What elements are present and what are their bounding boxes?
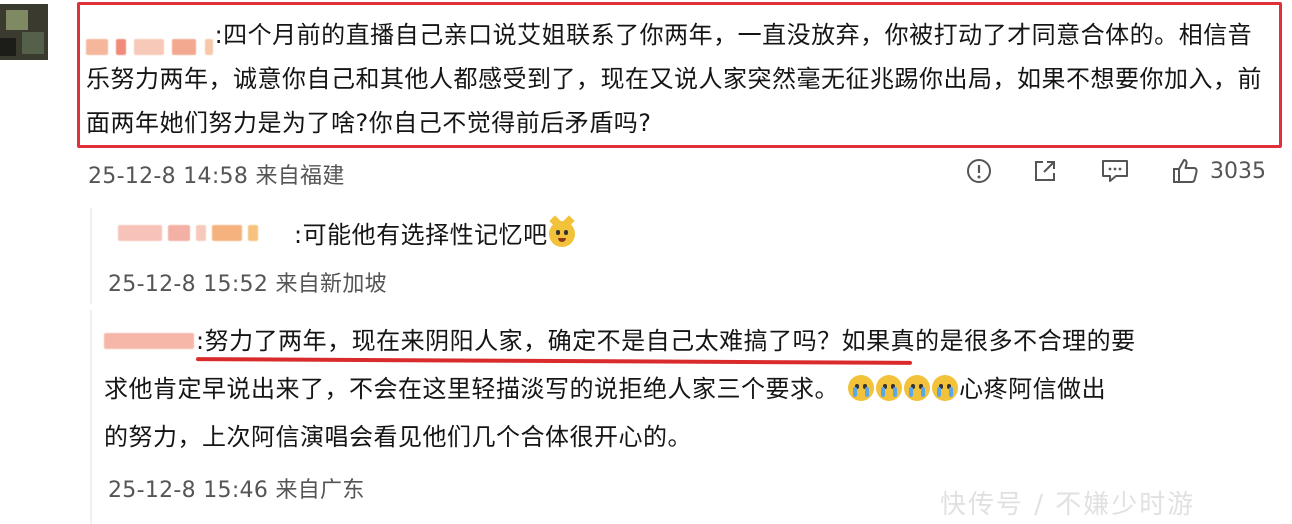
crying-face-emoji <box>904 375 931 401</box>
reply1-timestamp: 25-12-8 15:52 来自新加坡 <box>108 272 387 297</box>
avatar[interactable] <box>0 4 48 60</box>
reply2-line2: 求他肯定早说出来了，不会在这里轻描淡写的说拒绝人家三个要求。 心疼阿信做出 <box>104 366 1106 412</box>
reply1-username-blurred[interactable] <box>118 222 258 244</box>
reply2-line1-rest: 如果真的是很多不合理的要 <box>841 327 1136 355</box>
reply2-underlined-text: :努力了两年，现在来阴阳人家，确定不是自己太难搞了吗？ <box>196 327 842 355</box>
share-icon[interactable] <box>1028 154 1062 188</box>
reply2-line2-pre: 求他肯定早说出来了，不会在这里轻描淡写的说拒绝人家三个要求。 <box>104 375 839 403</box>
crying-face-emoji <box>876 375 903 401</box>
reply2-timestamp: 25-12-8 15:46 来自广东 <box>108 478 365 503</box>
cat-face-emoji <box>548 221 575 247</box>
reply1-text-row: :可能他有选择性记忆吧 <box>294 212 576 258</box>
like-icon[interactable] <box>1168 154 1202 188</box>
comment-timestamp: 25-12-8 14:58 来自福建 <box>88 164 345 189</box>
comment-text: :四个月前的直播自己亲口说艾姐联系了你两年，一直没放弃，你被打动了才同意合体的。… <box>86 21 1262 137</box>
crying-face-emoji <box>848 375 875 401</box>
reply1-text: :可能他有选择性记忆吧 <box>294 221 548 249</box>
reply2-username-blurred[interactable] <box>104 330 194 352</box>
comment-body: :四个月前的直播自己亲口说艾姐联系了你两年，一直没放弃，你被打动了才同意合体的。… <box>86 13 1273 145</box>
reply2-line3: 的努力，上次阿信演唱会看见他们几个合体很开心的。 <box>104 423 692 451</box>
info-icon[interactable] <box>962 154 996 188</box>
username-blurred[interactable] <box>86 25 213 55</box>
watermark: 快传号 / 不嫌少时游 <box>940 490 1196 520</box>
comment-actions: 3035 <box>962 154 1266 188</box>
crying-face-emoji <box>932 375 959 401</box>
comment-icon[interactable] <box>1098 154 1132 188</box>
like-count: 3035 <box>1210 158 1266 184</box>
highlighted-comment: :四个月前的直播自己亲口说艾姐联系了你两年，一直没放弃，你被打动了才同意合体的。… <box>77 2 1282 148</box>
reply2-line2-post: 心疼阿信做出 <box>959 375 1107 403</box>
